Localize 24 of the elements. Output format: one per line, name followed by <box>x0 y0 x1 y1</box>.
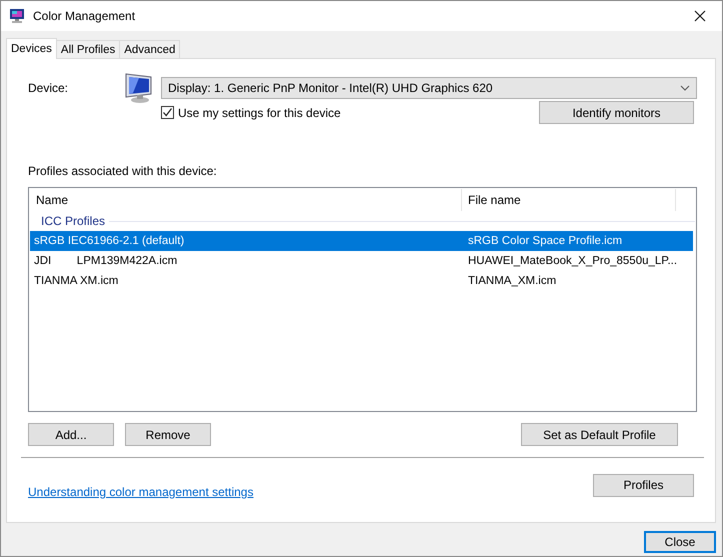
tab[interactable]: Advanced <box>119 40 180 58</box>
profile-row[interactable]: sRGB IEC61966-2.1 (default) sRGB Color Space Profile.icm <box>30 231 693 251</box>
use-settings-checkbox[interactable]: Use my settings for this device <box>161 106 539 120</box>
device-dropdown[interactable]: Display: 1. Generic PnP Monitor - Intel(R) UHD Graphics 620 <box>161 77 697 99</box>
device-label: Device: <box>28 81 70 95</box>
group-header: ICC Profiles <box>41 214 106 228</box>
close-icon[interactable] <box>694 10 706 22</box>
window-title: Color Management <box>33 9 136 23</box>
column-header[interactable]: Name <box>30 189 462 211</box>
identify-monitors-button[interactable]: Identify monitors <box>539 101 694 124</box>
close-button[interactable]: Close <box>644 531 716 553</box>
profile-row[interactable]: TIANMA XM.icm TIANMA_XM.icm <box>30 271 693 291</box>
chevron-down-icon <box>680 85 690 91</box>
profile-row[interactable]: JDI LPM139M422A.icm HUAWEI_MateBook_X_Pro_8550u_LP... <box>30 251 693 271</box>
remove-button[interactable]: Remove <box>125 423 211 446</box>
help-link[interactable]: Understanding color management settings <box>28 485 254 499</box>
tab[interactable]: Devices <box>6 38 57 59</box>
add-button[interactable]: Add... <box>28 423 114 446</box>
monitor-icon <box>9 8 25 24</box>
profiles-button[interactable]: Profiles <box>593 474 694 496</box>
set-default-button[interactable]: Set as Default Profile <box>521 423 678 446</box>
profiles-label: Profiles associated with this device: <box>28 164 218 178</box>
checkbox[interactable] <box>161 106 174 119</box>
column-header[interactable]: File name <box>462 189 676 211</box>
